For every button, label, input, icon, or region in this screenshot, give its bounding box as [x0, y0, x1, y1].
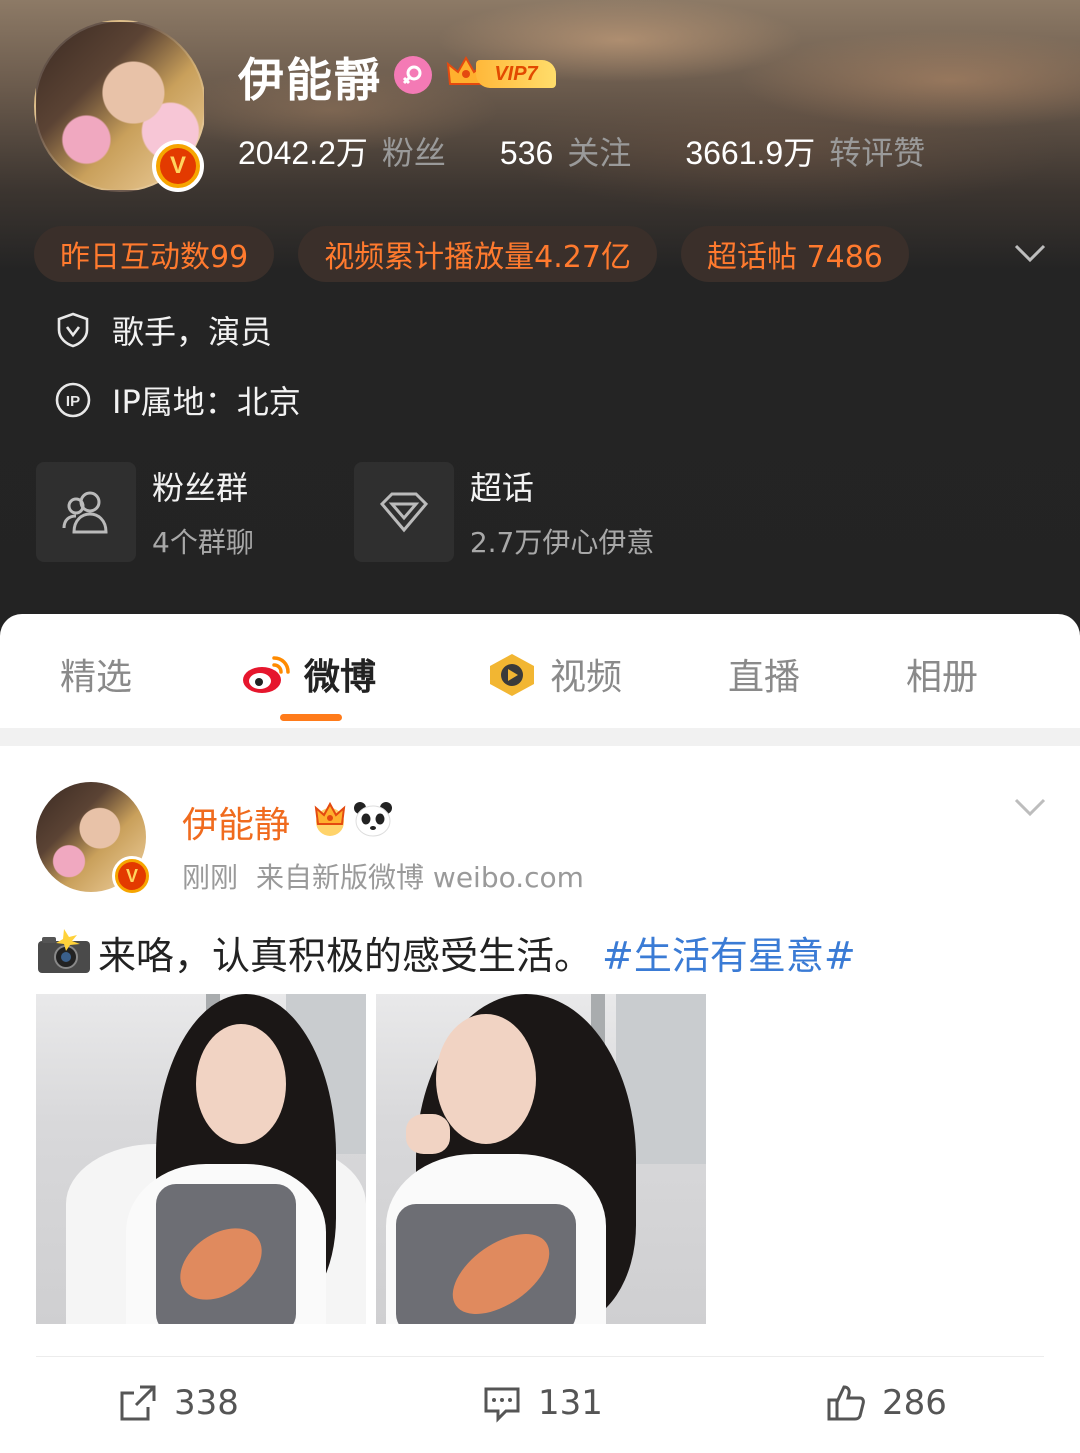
info-ip-location: IP IP属地：北京	[54, 378, 301, 422]
profile-name: 伊能靜	[238, 53, 382, 107]
comment-button[interactable]: 131	[482, 1378, 603, 1428]
chip-supertopic-posts[interactable]: 超话帖 7486	[680, 226, 909, 282]
people-icon	[36, 462, 136, 562]
stat-value: 2042.2万	[238, 135, 368, 171]
tab-featured[interactable]: 精选	[60, 648, 132, 700]
feature-cards: 粉丝群 4个群聊 超话 2.7万伊心伊意	[36, 462, 754, 562]
tab-video[interactable]: 视频	[486, 648, 622, 700]
repost-count: 338	[174, 1383, 239, 1423]
card-subtitle: 4个群聊	[152, 526, 254, 559]
stat-engagement[interactable]: 3661.9万 转评赞	[685, 128, 925, 174]
stat-followers[interactable]: 2042.2万 粉丝	[238, 128, 446, 174]
svg-text:IP: IP	[66, 393, 80, 410]
vip-badge[interactable]: VIP7	[446, 54, 556, 92]
stat-following[interactable]: 536 关注	[500, 128, 631, 174]
post-divider	[36, 1356, 1044, 1357]
repost-icon	[120, 1385, 156, 1421]
female-gender-icon	[394, 56, 432, 94]
crown-badge-icon	[314, 801, 346, 836]
profile-stats: 2042.2万 粉丝 536 关注 3661.9万 转评赞	[238, 128, 979, 172]
active-tab-indicator	[280, 714, 342, 721]
highlight-chips: 昨日互动数99 视频累计播放量4.27亿 超话帖 7486	[34, 226, 933, 282]
shield-v-icon	[57, 312, 89, 348]
card-title: 粉丝群	[152, 469, 249, 507]
profile-header: V 伊能靜 VIP7 2042.2万 粉丝 536 关注 3661.9万 转评赞	[0, 0, 1080, 640]
post-image[interactable]	[376, 994, 706, 1324]
post-text: 来咯，认真积极的感受生活。	[98, 933, 593, 978]
chevron-down-icon[interactable]	[1010, 794, 1050, 824]
tab-label: 视频	[550, 657, 623, 698]
chevron-down-icon[interactable]	[1010, 236, 1050, 272]
post-time: 刚刚	[182, 861, 239, 894]
chip-video-plays[interactable]: 视频累计播放量4.27亿	[298, 226, 657, 282]
weibo-icon	[243, 656, 290, 693]
repost-button[interactable]: 338	[118, 1378, 239, 1428]
card-subtitle: 2.7万伊心伊意	[469, 526, 655, 559]
post-meta: 刚刚 来自新版微博 weibo.com	[182, 856, 602, 896]
post-source: 来自新版微博 weibo.com	[256, 861, 584, 894]
post-hashtag[interactable]: #生活有星意#	[602, 925, 856, 980]
info-occupation: 歌手，演员	[54, 308, 272, 352]
stat-label: 关注	[567, 134, 632, 172]
vip-label: VIP7	[476, 60, 556, 88]
like-count: 286	[882, 1383, 947, 1423]
tab-label: 相册	[906, 657, 979, 698]
tab-weibo[interactable]: 微博	[240, 648, 376, 700]
stat-value: 536	[499, 135, 554, 171]
verified-badge-icon: V	[152, 140, 204, 192]
post-author-name[interactable]: 伊能静	[182, 796, 290, 848]
stat-label: 转评赞	[829, 134, 926, 172]
stat-value: 3661.9万	[685, 135, 816, 171]
occupation-text: 歌手，演员	[112, 313, 273, 351]
tab-live[interactable]: 直播	[728, 648, 800, 700]
like-button[interactable]: 286	[826, 1378, 947, 1428]
verified-badge-icon: V	[112, 856, 152, 896]
thumbs-up-icon	[827, 1385, 865, 1421]
profile-tabs: 精选 微博 视频 直播 相册	[0, 614, 1080, 734]
ip-icon: IP	[55, 382, 91, 418]
comment-icon	[484, 1387, 520, 1423]
stat-label: 粉丝	[381, 134, 446, 172]
tab-label: 微博	[304, 657, 377, 698]
panda-icon	[354, 802, 392, 837]
camera-flash-emoji-icon	[38, 929, 90, 973]
section-divider	[0, 728, 1080, 746]
tab-label: 精选	[60, 657, 133, 698]
video-icon	[490, 654, 534, 696]
ip-location-text: IP属地：北京	[112, 383, 301, 421]
comment-count: 131	[538, 1383, 603, 1423]
post-content: 来咯，认真积极的感受生活。 #生活有星意#	[36, 922, 856, 982]
card-title: 超话	[469, 469, 534, 507]
tab-label: 直播	[728, 657, 801, 698]
card-fan-groups[interactable]: 粉丝群 4个群聊	[36, 462, 254, 562]
diamond-icon	[353, 462, 454, 562]
card-supertopic[interactable]: 超话 2.7万伊心伊意	[353, 462, 655, 562]
post-image[interactable]	[36, 994, 366, 1324]
chip-interactions[interactable]: 昨日互动数99	[34, 226, 275, 282]
tab-album[interactable]: 相册	[906, 648, 978, 700]
